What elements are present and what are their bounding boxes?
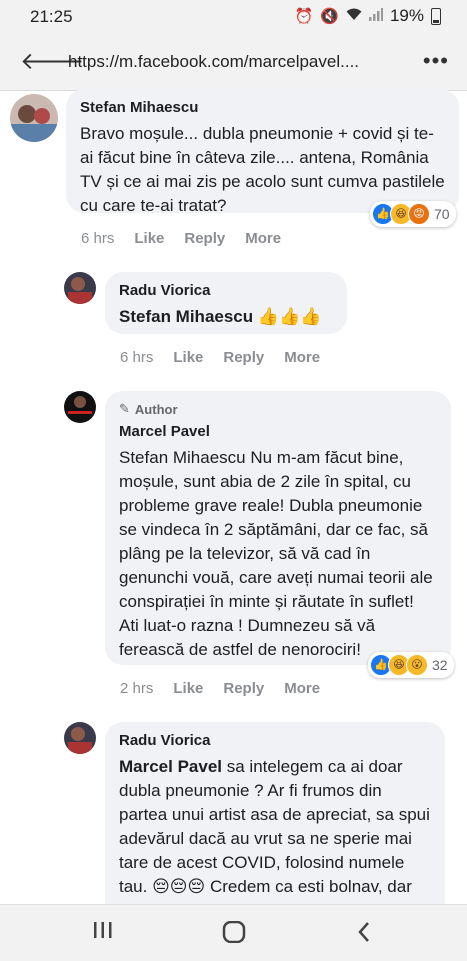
like-button[interactable]: Like xyxy=(173,680,203,697)
more-button[interactable]: More xyxy=(284,680,320,697)
avatar-marcel[interactable] xyxy=(64,391,96,423)
mute-icon: 🔇 xyxy=(320,8,339,25)
comment-time[interactable]: 6 hrs xyxy=(120,349,153,366)
comment-bubble: Stefan Mihaescu Bravo moșule... dubla pn… xyxy=(66,89,459,215)
avatar-radu[interactable] xyxy=(64,722,96,754)
home-icon[interactable] xyxy=(222,919,246,950)
like-button[interactable]: Like xyxy=(134,230,164,247)
recent-apps-icon[interactable] xyxy=(92,917,114,948)
browser-url-bar: 🡐 https://m.facebook.com/marcelpavel....… xyxy=(0,34,467,91)
thumbs-up-emoji: 👍👍👍 xyxy=(257,307,322,326)
comment-text: Stefan Mihaescu 👍👍👍 xyxy=(119,305,333,329)
status-icons: ⏰ 🔇 19% xyxy=(295,6,441,26)
angry-reaction-icon: 😡 xyxy=(408,203,430,225)
comment-bubble: ✎ Author Marcel Pavel Stefan Mihaescu Nu… xyxy=(105,391,451,665)
comment-actions: 6 hrs Like Reply More xyxy=(120,349,340,366)
reply-button[interactable]: Reply xyxy=(184,230,225,247)
wifi-icon xyxy=(346,8,362,25)
reaction-summary[interactable]: 👍 😆 😮 32 xyxy=(368,652,454,678)
url-text[interactable]: https://m.facebook.com/marcelpavel.... xyxy=(68,52,359,72)
comment-text: Stefan Mihaescu Nu m-am făcut bine, moșu… xyxy=(119,448,433,659)
comment-author[interactable]: Radu Viorica xyxy=(119,732,431,749)
reply-button[interactable]: Reply xyxy=(223,349,264,366)
comment-time[interactable]: 2 hrs xyxy=(120,680,153,697)
pencil-icon: ✎ xyxy=(119,401,130,416)
comment-body: sa intelegem ca ai doar dubla pneumonie … xyxy=(119,757,430,920)
more-options-icon[interactable]: ••• xyxy=(423,48,449,74)
system-nav-bar xyxy=(0,904,467,961)
reaction-count: 32 xyxy=(432,657,448,673)
comment-bubble: Radu Viorica Stefan Mihaescu 👍👍👍 xyxy=(105,272,347,334)
author-badge: ✎ Author xyxy=(119,401,437,417)
comment-text: Marcel Pavel sa intelegem ca ai doar dub… xyxy=(119,755,431,923)
back-icon[interactable] xyxy=(356,919,372,950)
avatar-radu[interactable] xyxy=(64,272,96,304)
comment-time[interactable]: 6 hrs xyxy=(81,230,114,247)
comment-actions: 6 hrs Like Reply More xyxy=(81,230,301,247)
mention-link[interactable]: Marcel Pavel xyxy=(119,757,222,776)
like-button[interactable]: Like xyxy=(173,349,203,366)
more-button[interactable]: More xyxy=(245,230,281,247)
reaction-summary[interactable]: 👍 😆 😡 70 xyxy=(370,201,456,227)
author-badge-label: Author xyxy=(134,401,178,417)
comment-author[interactable]: Radu Viorica xyxy=(119,282,333,299)
reaction-count: 70 xyxy=(434,206,450,222)
wow-reaction-icon: 😮 xyxy=(406,654,428,676)
battery-icon xyxy=(431,7,441,25)
signal-icon xyxy=(368,7,383,25)
alarm-icon: ⏰ xyxy=(294,8,314,25)
more-button[interactable]: More xyxy=(284,349,320,366)
mention-link[interactable]: Stefan Mihaescu xyxy=(119,307,253,326)
status-time: 21:25 xyxy=(30,7,73,26)
avatar-stefan[interactable] xyxy=(10,94,58,142)
comment-author[interactable]: Marcel Pavel xyxy=(119,423,437,440)
comment-author[interactable]: Stefan Mihaescu xyxy=(80,99,445,116)
battery-percent: 19% xyxy=(389,6,424,25)
status-bar: 21:25 ⏰ 🔇 19% xyxy=(0,0,467,34)
reply-button[interactable]: Reply xyxy=(223,680,264,697)
comment-actions: 2 hrs Like Reply More xyxy=(120,680,340,697)
comment-bubble: Radu Viorica Marcel Pavel sa intelegem c… xyxy=(105,722,445,922)
